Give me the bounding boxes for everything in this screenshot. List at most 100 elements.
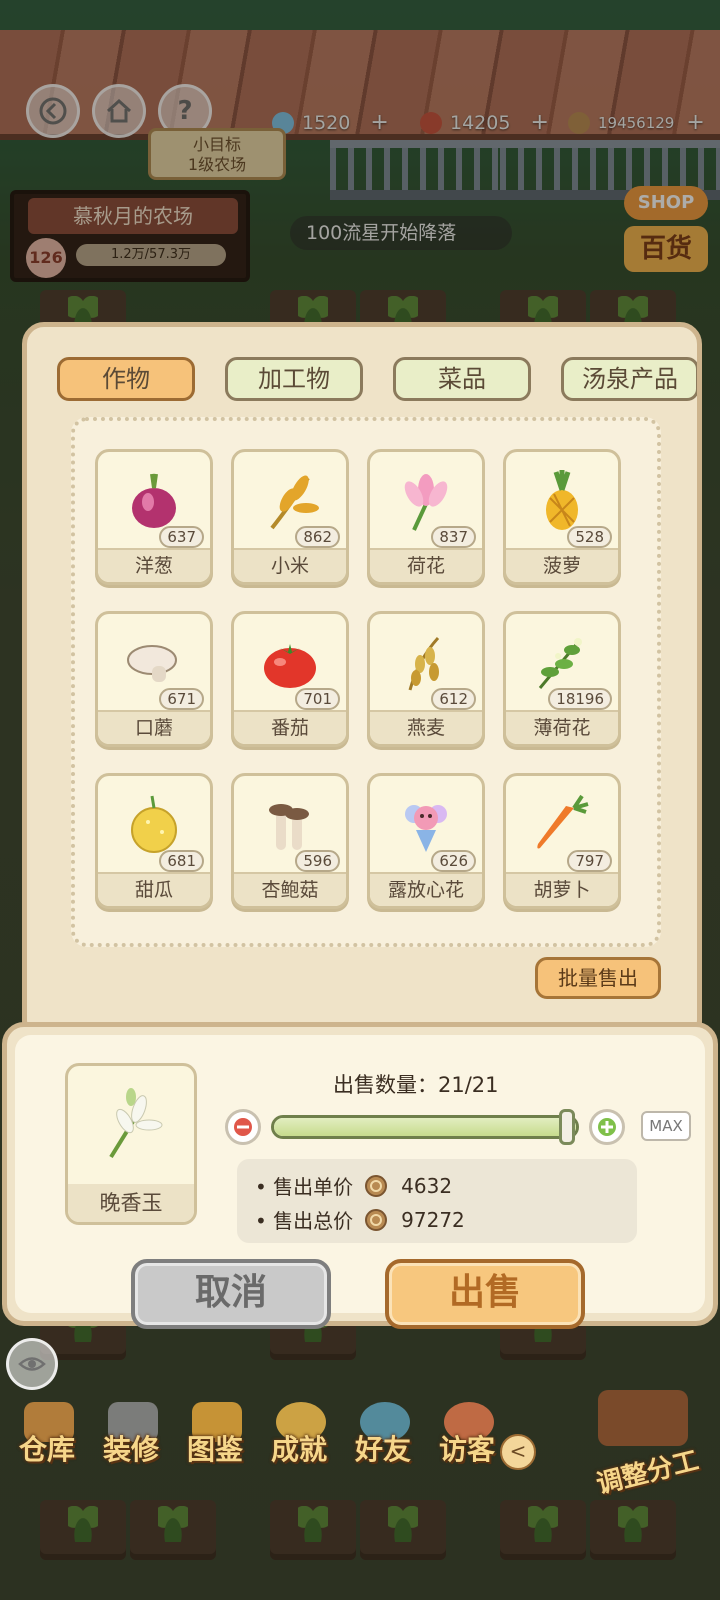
inventory-dialog: 作物 加工物 菜品 汤泉产品 637 洋葱 862 小米 837 荷花 528 … (22, 322, 702, 1042)
mushroom-icon (127, 645, 177, 682)
batch-sell-button[interactable]: 批量售出 (535, 957, 661, 999)
item-name: 洋葱 (98, 548, 210, 582)
total-price-value: 97272 (401, 1207, 465, 1232)
increase-quantity-button[interactable] (589, 1109, 625, 1145)
item-card-lotus[interactable]: 837 荷花 (367, 449, 485, 585)
cancel-button[interactable]: 取消 (131, 1259, 331, 1329)
total-price-label: • 售出总价 (255, 1209, 354, 1233)
decrease-quantity-button[interactable] (225, 1109, 261, 1145)
nav-label: 仓库 (18, 1433, 75, 1466)
item-name: 燕麦 (370, 710, 482, 744)
bottom-nav: 仓库 装修 图鉴 成就 好友 访客 (6, 1402, 506, 1472)
tomato-icon (264, 644, 316, 688)
sell-panel: 晚香玉 出售数量：21/21 MAX • 售出单价 4632 • 售出总价 97… (2, 1022, 718, 1329)
item-card-bouquet[interactable]: 626 露放心花 (367, 773, 485, 909)
tab-crops[interactable]: 作物 (57, 357, 195, 401)
quantity-slider-thumb[interactable] (559, 1109, 575, 1145)
king-oyster-mushroom-icon (269, 804, 309, 850)
nav-label: 成就 (270, 1433, 327, 1466)
tab-processed[interactable]: 加工物 (225, 357, 363, 401)
item-grid[interactable]: 637 洋葱 862 小米 837 荷花 528 菠萝 671 口蘑 701 番… (71, 417, 661, 947)
item-count: 701 (295, 688, 340, 710)
quantity-slider-fill (274, 1118, 576, 1136)
unit-price-label: • 售出单价 (255, 1175, 354, 1199)
mint-flower-icon (538, 638, 582, 689)
item-count: 626 (431, 850, 476, 872)
item-count: 612 (431, 688, 476, 710)
oat-icon (408, 636, 440, 691)
nav-friends[interactable]: 好友 (342, 1402, 422, 1472)
item-count: 681 (159, 850, 204, 872)
item-card-millet[interactable]: 862 小米 (231, 449, 349, 585)
item-card-oat[interactable]: 612 燕麦 (367, 611, 485, 747)
item-count: 637 (159, 526, 204, 548)
item-card-melon[interactable]: 681 甜瓜 (95, 773, 213, 909)
nav-visitors[interactable]: 访客 (426, 1402, 506, 1472)
item-count: 596 (295, 850, 340, 872)
nav-achievement[interactable]: 成就 (258, 1402, 338, 1472)
melon-icon (131, 795, 177, 853)
selected-item: 晚香玉 (65, 1063, 197, 1225)
tuberose-icon (109, 1088, 163, 1159)
sell-quantity-label: 出售数量：21/21 (333, 1073, 499, 1097)
unit-price-row: • 售出单价 4632 (255, 1171, 452, 1200)
item-name: 荷花 (370, 548, 482, 582)
item-card-king-oyster[interactable]: 596 杏鲍菇 (231, 773, 349, 909)
item-count: 837 (431, 526, 476, 548)
collapse-nav-button[interactable]: < (500, 1434, 536, 1470)
nav-label: 装修 (102, 1433, 159, 1466)
adjust-assignment-button[interactable]: 调整分工 (578, 1380, 716, 1500)
item-card-mint-flower[interactable]: 18196 薄荷花 (503, 611, 621, 747)
item-count: 862 (295, 526, 340, 548)
coin-icon (365, 1174, 388, 1197)
item-name: 番茄 (234, 710, 346, 744)
nav-decorate[interactable]: 装修 (90, 1402, 170, 1472)
onion-icon (132, 473, 176, 528)
item-name: 露放心花 (370, 872, 482, 906)
sell-panel-body: 晚香玉 出售数量：21/21 MAX • 售出单价 4632 • 售出总价 97… (15, 1035, 705, 1313)
adjust-label: 调整分工 (593, 1445, 702, 1501)
item-count: 797 (567, 850, 612, 872)
item-name: 甜瓜 (98, 872, 210, 906)
selected-item-name: 晚香玉 (68, 1184, 194, 1222)
sell-button[interactable]: 出售 (385, 1259, 585, 1329)
item-name: 杏鲍菇 (234, 872, 346, 906)
unit-price-value: 4632 (401, 1173, 453, 1198)
eye-icon (18, 1357, 46, 1371)
tab-hot-spring[interactable]: 汤泉产品 (561, 357, 697, 401)
bouquet-icon (405, 805, 447, 852)
coin-icon (365, 1208, 388, 1231)
item-count: 671 (159, 688, 204, 710)
item-name: 菠萝 (506, 548, 618, 582)
item-card-mushroom[interactable]: 671 口蘑 (95, 611, 213, 747)
tab-dishes[interactable]: 菜品 (393, 357, 531, 401)
quantity-slider[interactable] (271, 1115, 579, 1139)
cart-icon (598, 1390, 688, 1446)
item-card-tomato[interactable]: 701 番茄 (231, 611, 349, 747)
plus-icon (598, 1118, 616, 1136)
minus-icon (234, 1118, 252, 1136)
item-name: 胡萝卜 (506, 872, 618, 906)
total-price-row: • 售出总价 97272 (255, 1205, 465, 1234)
item-card-pineapple[interactable]: 528 菠萝 (503, 449, 621, 585)
item-card-carrot[interactable]: 797 胡萝卜 (503, 773, 621, 909)
toggle-view-button[interactable] (6, 1338, 58, 1390)
nav-label: 图鉴 (186, 1433, 243, 1466)
item-count: 528 (567, 526, 612, 548)
carrot-icon (537, 794, 589, 849)
item-name: 薄荷花 (506, 710, 618, 744)
nav-label: 访客 (438, 1433, 495, 1466)
nav-collection[interactable]: 图鉴 (174, 1402, 254, 1472)
item-count: 18196 (548, 688, 612, 710)
nav-warehouse[interactable]: 仓库 (6, 1402, 86, 1472)
item-name: 口蘑 (98, 710, 210, 744)
lotus-icon (404, 474, 448, 531)
nav-label: 好友 (354, 1433, 411, 1466)
item-name: 小米 (234, 548, 346, 582)
category-tabs: 作物 加工物 菜品 汤泉产品 (57, 357, 697, 403)
max-quantity-button[interactable]: MAX (641, 1111, 691, 1141)
millet-icon (270, 475, 319, 530)
pineapple-icon (546, 470, 578, 530)
price-summary: • 售出单价 4632 • 售出总价 97272 (237, 1159, 637, 1243)
item-card-onion[interactable]: 637 洋葱 (95, 449, 213, 585)
